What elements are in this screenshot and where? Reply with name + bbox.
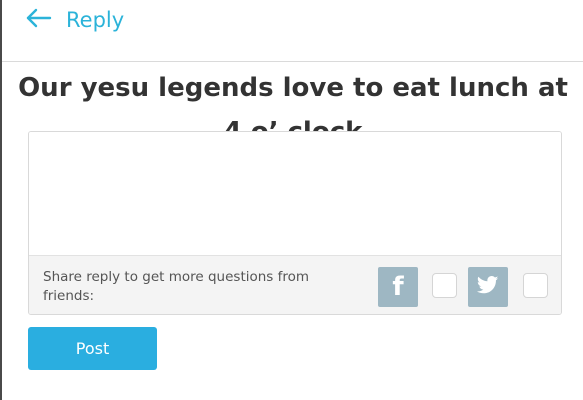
facebook-share-checkbox[interactable]: [432, 273, 457, 298]
back-button[interactable]: Reply: [26, 4, 124, 36]
reply-screen: Reply Our yesu legends love to eat lunch…: [0, 0, 583, 400]
header: Reply: [2, 0, 583, 62]
twitter-share-button[interactable]: [468, 267, 508, 307]
facebook-icon: f: [392, 272, 404, 302]
arrow-left-icon: [26, 8, 52, 32]
facebook-share-button[interactable]: f: [378, 267, 418, 307]
reply-textarea[interactable]: [29, 132, 561, 255]
reply-editor: Share reply to get more questions from f…: [28, 131, 562, 315]
share-text: Share reply to get more questions from f…: [43, 269, 310, 304]
post-button[interactable]: Post: [28, 327, 157, 370]
back-label: Reply: [66, 8, 125, 32]
twitter-share-checkbox[interactable]: [523, 273, 548, 298]
twitter-icon: [476, 276, 499, 298]
share-bar: Share reply to get more questions from f…: [29, 255, 561, 314]
